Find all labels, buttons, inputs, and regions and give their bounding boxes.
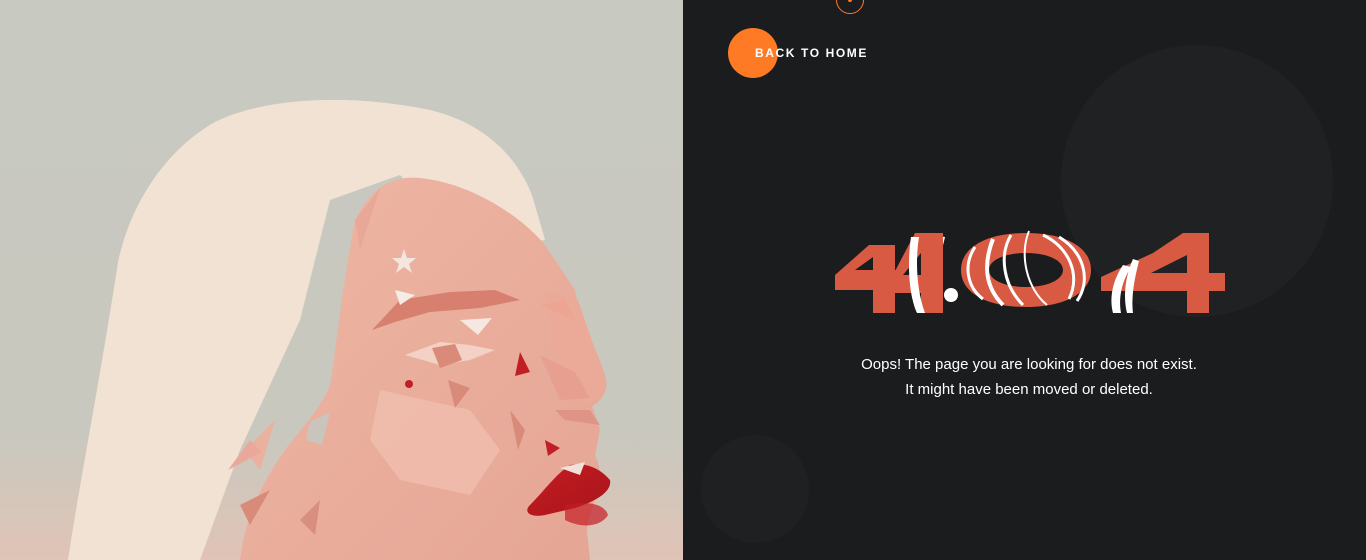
ring-dot-icon: [836, 0, 864, 14]
ring-dot: [848, 0, 852, 2]
background-decor-circle-small: [701, 435, 809, 543]
content-panel: BACK TO HOME 404: [683, 0, 1366, 560]
error-message-line-2: It might have been moved or deleted.: [905, 381, 1153, 398]
error-code-graphic: [835, 230, 1225, 313]
hero-illustration: [0, 0, 683, 560]
error-message-line-1: Oops! The page you are looking for does …: [861, 356, 1197, 373]
digit-zero: [961, 230, 1091, 307]
error-message: Oops! The page you are looking for does …: [783, 352, 1275, 402]
woman-face-illustration: [0, 0, 683, 560]
not-found-page: BACK TO HOME 404: [0, 0, 1366, 560]
back-to-home-label: BACK TO HOME: [755, 46, 868, 60]
error-code-404: 404: [833, 225, 1233, 325]
digit-four-left: [835, 233, 958, 313]
digit-four-right: [1101, 233, 1225, 313]
back-to-home-button[interactable]: BACK TO HOME: [728, 28, 868, 78]
